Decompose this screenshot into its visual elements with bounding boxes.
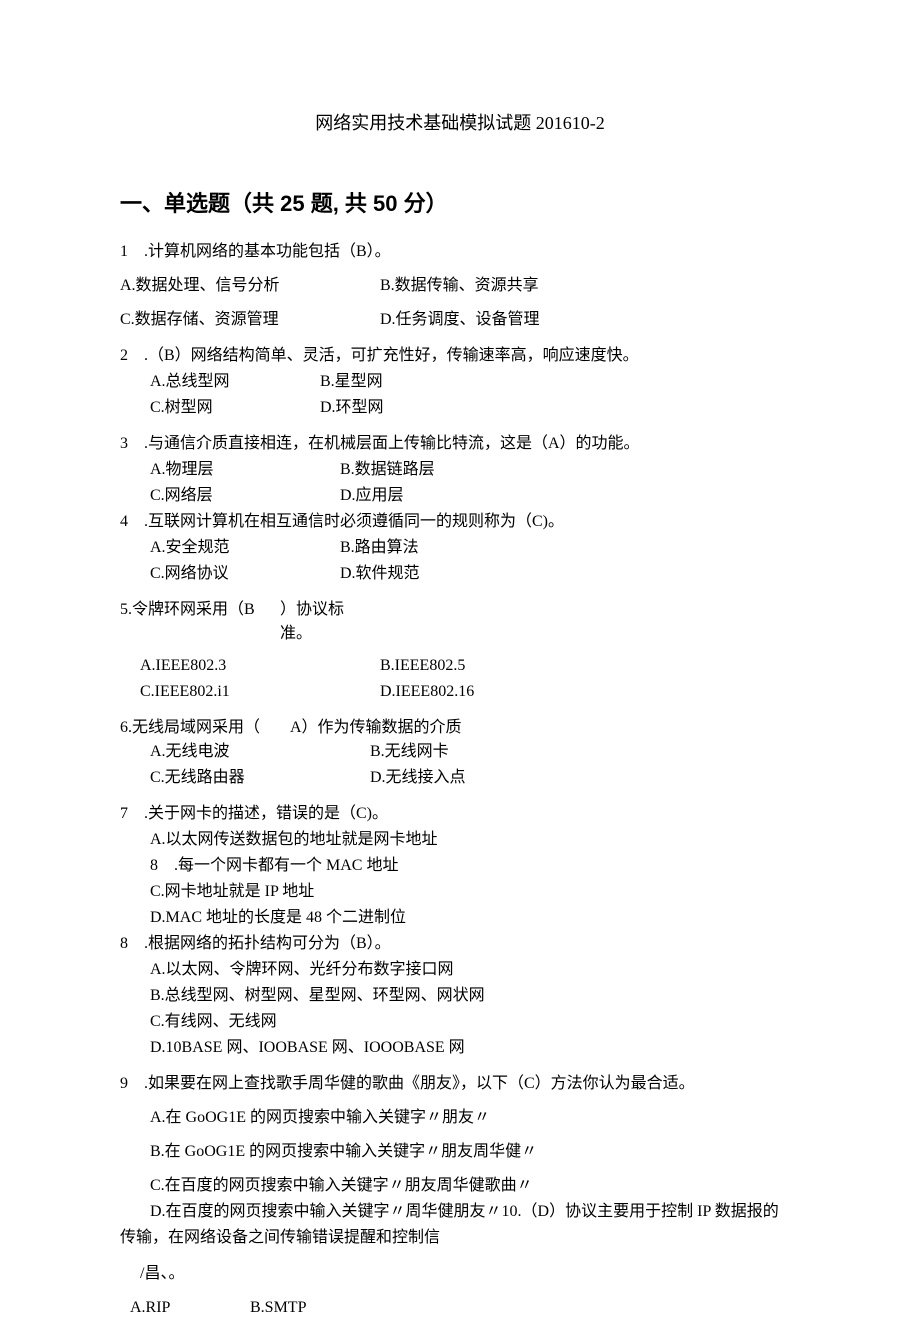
q2-opt-a: A.总线型网 [150,370,320,394]
q2-opt-c: C.树型网 [150,396,320,420]
q4-opt-a: A.安全规范 [150,536,340,560]
q6-opt-d: D.无线接入点 [370,766,466,790]
q7-stem: 7 .关于网卡的描述，错误的是（C)。 [120,802,800,826]
q4-opt-b: B.路由算法 [340,536,419,560]
question-6: 6.无线局域网采用（ A）作为传输数据的介质 A.无线电波B.无线网卡 C.无线… [120,716,800,790]
doc-title: 网络实用技术基础模拟试题 201610-2 [120,110,800,137]
tail-text: /昌、。 [120,1262,800,1286]
q1-stem: 1 .计算机网络的基本功能包括（B）。 [120,240,800,264]
q7-sub8: 8 .每一个网卡都有一个 MAC 地址 [120,854,800,878]
q1-opt-d: D.任务调度、设备管理 [380,308,540,332]
q10-cont: 传输，在网络设备之间传输错误提醒和控制信 [120,1226,800,1250]
question-3: 3 .与通信介质直接相连，在机械层面上传输比特流，这是（A）的功能。 A.物理层… [120,432,800,508]
question-1: 1 .计算机网络的基本功能包括（B）。 A.数据处理、信号分析 B.数据传输、资… [120,240,800,332]
q9-opt-c: C.在百度的网页搜索中输入关键字〃朋友周华健歌曲〃 [120,1174,800,1198]
q8-opt-c: C.有线网、无线网 [120,1010,800,1034]
q5-stem-a: 5.令牌环网采用（B [120,598,280,646]
q3-stem: 3 .与通信介质直接相连，在机械层面上传输比特流，这是（A）的功能。 [120,432,800,456]
q8-opt-d: D.10BASE 网、IOOBASE 网、IOOOBASE 网 [120,1036,800,1060]
q3-opt-c: C.网络层 [150,484,340,508]
q8-opt-a: A.以太网、令牌环网、光纤分布数字接口网 [120,958,800,982]
q10-opt-a: A.RIP [130,1296,250,1320]
q7-opt-d: D.MAC 地址的长度是 48 个二进制位 [120,906,800,930]
q4-opt-c: C.网络协议 [150,562,340,586]
q5-opt-c: C.IEEE802.i1 [140,680,380,704]
q1-opt-b: B.数据传输、资源共享 [380,274,539,298]
question-7: 7 .关于网卡的描述，错误的是（C)。 A.以太网传送数据包的地址就是网卡地址 … [120,802,800,930]
q4-stem: 4 .互联网计算机在相互通信时必须遵循同一的规则称为（C)。 [120,510,800,534]
q10-opt-b: B.SMTP [250,1296,306,1320]
q6-opt-a: A.无线电波 [150,740,370,764]
q3-opt-b: B.数据链路层 [340,458,435,482]
question-9: 9 .如果要在网上查找歌手周华健的歌曲《朋友》，以下（C）方法你认为最合适。 A… [120,1072,800,1250]
q6-stem-a: 6.无线局域网采用（ [120,716,290,740]
q4-opt-d: D.软件规范 [340,562,420,586]
q10-options: A.RIP B.SMTP [120,1296,800,1320]
q2-opt-d: D.环型网 [320,396,384,420]
q5-opt-d: D.IEEE802.16 [380,680,474,704]
q8-opt-b: B.总线型网、树型网、星型网、环型网、网状网 [120,984,800,1008]
question-5: 5.令牌环网采用（B ）协议标准。 A.IEEE802.3B.IEEE802.5… [120,598,800,704]
q9-stem: 9 .如果要在网上查找歌手周华健的歌曲《朋友》，以下（C）方法你认为最合适。 [120,1072,800,1096]
q6-opt-c: C.无线路由器 [150,766,370,790]
question-8: 8 .根据网络的拓扑结构可分为（B）。 A.以太网、令牌环网、光纤分布数字接口网… [120,932,800,1060]
q9-opt-d-and-q10: D.在百度的网页搜索中输入关键字〃周华健朋友〃10.（D）协议主要用于控制 IP… [120,1200,800,1224]
q6-stem-b: A）作为传输数据的介质 [290,716,462,740]
q5-opt-b: B.IEEE802.5 [380,654,465,678]
q1-opt-c: C.数据存储、资源管理 [120,308,380,332]
q7-opt-a: A.以太网传送数据包的地址就是网卡地址 [120,828,800,852]
q7-opt-c: C.网卡地址就是 IP 地址 [120,880,800,904]
q1-opt-a: A.数据处理、信号分析 [120,274,380,298]
q5-opt-a: A.IEEE802.3 [140,654,380,678]
q9-opt-a: A.在 GoOG1E 的网页搜索中输入关键字〃朋友〃 [120,1106,800,1130]
question-4: 4 .互联网计算机在相互通信时必须遵循同一的规则称为（C)。 A.安全规范B.路… [120,510,800,586]
q5-stem-b: ）协议标准。 [280,598,360,646]
q3-opt-d: D.应用层 [340,484,404,508]
section-header: 一、单选题（共 25 题, 共 50 分） [120,187,800,220]
q2-opt-b: B.星型网 [320,370,383,394]
q3-opt-a: A.物理层 [150,458,340,482]
q9-opt-b: B.在 GoOG1E 的网页搜索中输入关键字〃朋友周华健〃 [120,1140,800,1164]
q6-opt-b: B.无线网卡 [370,740,449,764]
q8-stem: 8 .根据网络的拓扑结构可分为（B）。 [120,932,800,956]
page: 网络实用技术基础模拟试题 201610-2 一、单选题（共 25 题, 共 50… [0,0,920,1320]
question-2: 2 .（B）网络结构简单、灵活，可扩充性好，传输速率高，响应速度快。 A.总线型… [120,344,800,420]
q2-stem: 2 .（B）网络结构简单、灵活，可扩充性好，传输速率高，响应速度快。 [120,344,800,368]
